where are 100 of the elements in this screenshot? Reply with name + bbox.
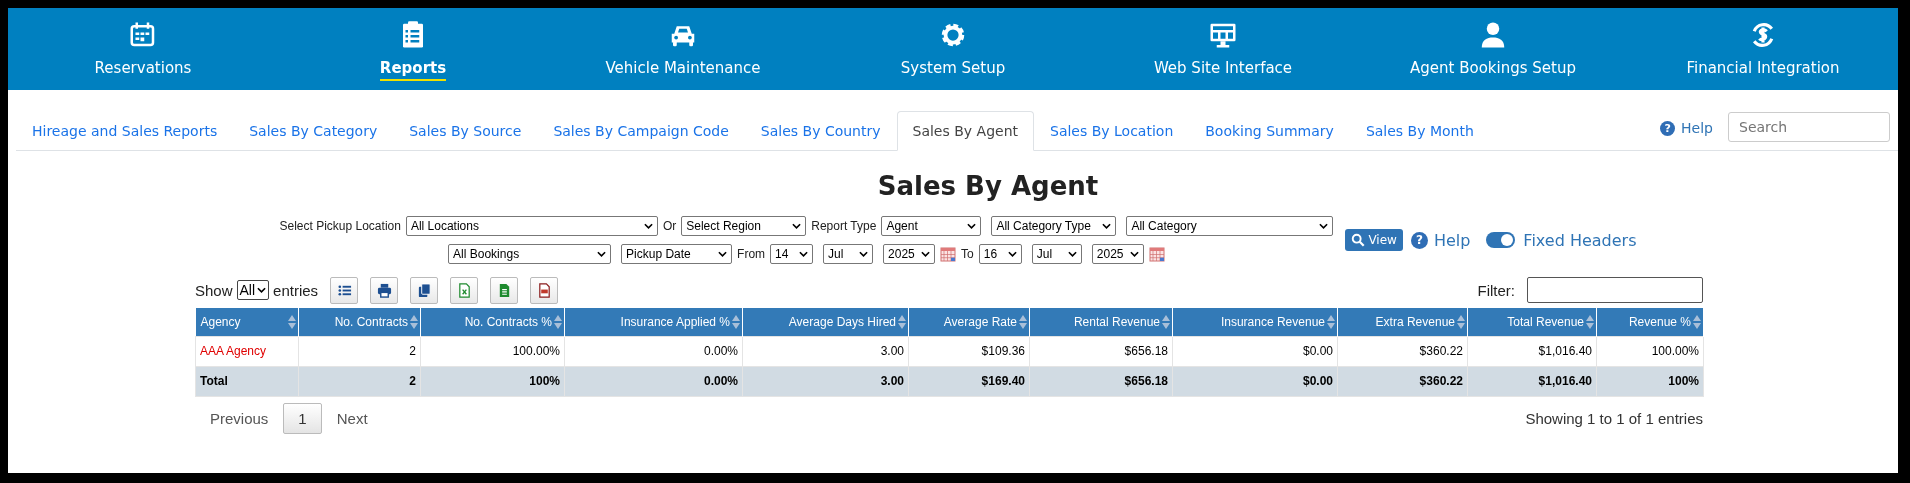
chevron-icon (718, 251, 728, 257)
total-cell: Total (195, 366, 299, 396)
dropdown[interactable]: All Category Type (991, 216, 1117, 236)
help-link[interactable]: ? Help (1410, 230, 1471, 250)
report-tab[interactable]: Sales By Source (393, 111, 538, 151)
chevron-icon (643, 223, 653, 229)
calendar-icon[interactable] (940, 246, 957, 262)
page-button[interactable]: 1 (283, 402, 322, 434)
next-button[interactable]: Next (321, 402, 383, 434)
filter-label: From (737, 247, 766, 261)
column-header[interactable]: No. Contracts % (420, 308, 565, 336)
table-cell: 2 (298, 336, 421, 366)
chevron-icon (859, 251, 869, 257)
entries-info: Showing 1 to 1 of 1 entries (1525, 409, 1703, 427)
dropdown[interactable]: Select Region (681, 216, 807, 236)
show-label: Show (195, 281, 233, 299)
sort-icon (1162, 315, 1170, 329)
column-header[interactable]: Rental Revenue (1029, 308, 1173, 336)
filter-label: To (961, 247, 974, 261)
column-header[interactable]: Insurance Applied % (564, 308, 743, 336)
column-header[interactable]: No. Contracts (298, 308, 421, 336)
nav-label: Web Site Interface (1153, 59, 1293, 79)
column-header[interactable]: Insurance Revenue (1172, 308, 1338, 336)
report-tab[interactable]: Sales By Country (744, 111, 897, 151)
chevron-icon (799, 251, 809, 257)
table-cell: 100.00% (420, 336, 565, 366)
dropdown[interactable]: All Category (1126, 216, 1334, 236)
dropdown[interactable]: Jul (823, 244, 874, 264)
page-size-dropdown[interactable]: All (236, 280, 270, 300)
table-cell: $109.36 (908, 336, 1030, 366)
sort-icon (898, 315, 906, 329)
nav-label: Reservations (94, 59, 192, 79)
export-button[interactable] (330, 276, 359, 304)
dropdown[interactable]: Jul (1031, 244, 1082, 264)
view-button[interactable]: View (1345, 229, 1403, 251)
pdf-icon (536, 282, 552, 298)
table-cell: $656.18 (1029, 336, 1173, 366)
report-tab[interactable]: Sales By Campaign Code (537, 111, 745, 151)
page-title: Sales By Agent (876, 171, 1100, 203)
column-header[interactable]: Total Revenue (1467, 308, 1597, 336)
copy-icon (416, 282, 432, 298)
chevron-icon (1319, 223, 1329, 229)
nav-label: Agent Bookings Setup (1410, 59, 1576, 79)
toggle-switch[interactable] (1486, 232, 1516, 248)
export-button[interactable] (530, 276, 559, 304)
dropdown[interactable]: 16 (978, 244, 1022, 264)
sort-icon (1457, 315, 1465, 329)
dropdown[interactable]: 2025 (1091, 244, 1144, 264)
export-button[interactable] (410, 276, 439, 304)
total-cell: $360.22 (1337, 366, 1468, 396)
nav-label: Reports (379, 59, 447, 81)
report-tab[interactable]: Sales By Location (1034, 111, 1190, 151)
chevron-icon (921, 251, 931, 257)
chevron-icon (1129, 251, 1139, 257)
calendar-icon[interactable] (1148, 246, 1165, 262)
search-field[interactable]: Search (1728, 112, 1890, 142)
search-icon (1351, 233, 1366, 247)
export-button[interactable] (490, 276, 519, 304)
previous-button[interactable]: Previous (195, 402, 284, 434)
sort-icon (554, 315, 562, 329)
sort-icon (1327, 315, 1335, 329)
filter-label: Or (662, 219, 677, 233)
spreadsheet-icon (456, 282, 472, 298)
sort-icon (1019, 315, 1027, 329)
dropdown[interactable]: 2025 (883, 244, 936, 264)
report-tab[interactable]: Hireage and Sales Reports (16, 111, 234, 151)
nav-item[interactable]: Reports (278, 8, 548, 90)
nav-item[interactable]: System Setup (818, 8, 1088, 90)
total-cell: $0.00 (1172, 366, 1338, 396)
help-link[interactable]: ? Help (1660, 120, 1713, 136)
nav-item[interactable]: Vehicle Maintenance (548, 8, 818, 90)
column-header[interactable]: Revenue % (1596, 308, 1704, 336)
table-cell: 0.00% (564, 336, 743, 366)
report-tab[interactable]: Sales By Category (233, 111, 394, 151)
nav-item[interactable]: Web Site Interface (1088, 8, 1358, 90)
table-cell: 100.00% (1596, 336, 1704, 366)
nav-item[interactable]: Agent Bookings Setup (1358, 8, 1628, 90)
column-header[interactable]: Agency (195, 308, 299, 336)
toggle-label: Fixed Headers (1523, 230, 1637, 250)
column-header[interactable]: Average Days Hired (742, 308, 909, 336)
sort-icon (732, 315, 740, 329)
export-button[interactable] (370, 276, 399, 304)
chevron-icon (1102, 223, 1112, 229)
total-cell: $169.40 (908, 366, 1030, 396)
column-header[interactable]: Average Rate (908, 308, 1030, 336)
column-header[interactable]: Extra Revenue (1337, 308, 1468, 336)
nav-item[interactable]: Financial Integration (1628, 8, 1898, 90)
dropdown[interactable]: Pickup Date (621, 244, 733, 264)
total-cell: 2 (298, 366, 421, 396)
filter-field[interactable] (1527, 277, 1703, 303)
dropdown[interactable]: 14 (770, 244, 814, 264)
total-cell: 0.00% (564, 366, 743, 396)
nav-label: Vehicle Maintenance (605, 59, 761, 79)
nav-item[interactable]: Reservations (8, 8, 278, 90)
report-tab[interactable]: Sales By Month (1349, 111, 1490, 151)
dropdown[interactable]: All Locations (405, 216, 658, 236)
report-tab[interactable]: Sales By Agent (896, 111, 1034, 151)
report-tab[interactable]: Booking Summary (1189, 111, 1350, 151)
dropdown[interactable]: All Bookings (448, 244, 612, 264)
dropdown[interactable]: Agent (881, 216, 982, 236)
